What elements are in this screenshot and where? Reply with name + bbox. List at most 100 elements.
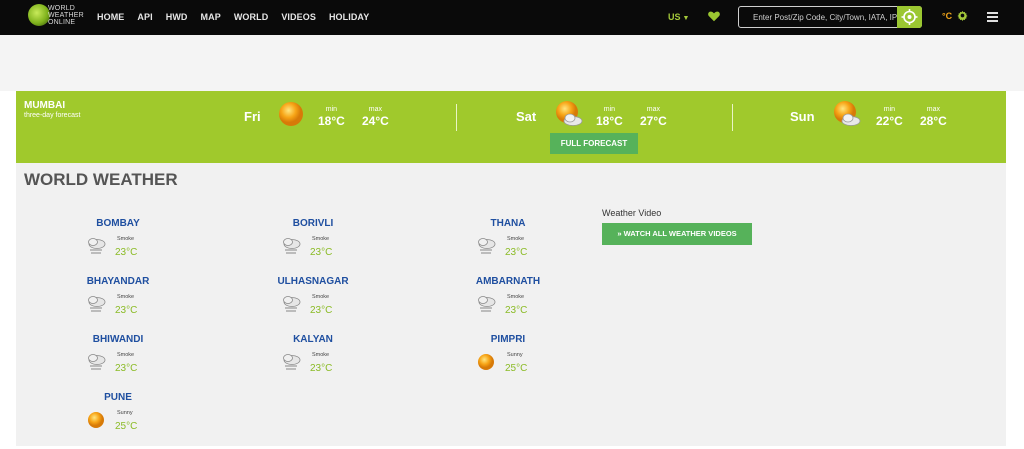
day-name-fri: Fri xyxy=(244,109,261,124)
sunny-icon xyxy=(474,350,498,374)
city-weather-item: KALYAN Smoke 23°C xyxy=(253,334,373,386)
temperature-text: 23°C xyxy=(115,363,138,374)
temperature-text: 23°C xyxy=(115,247,138,258)
city-weather-item: BORIVLI Smoke 23°C xyxy=(253,218,373,270)
weather-video-label: Weather Video xyxy=(602,208,662,218)
condition-text: Sunny xyxy=(507,352,523,358)
city-weather-item: PUNE Sunny 25°C xyxy=(58,392,178,444)
ad-banner-area xyxy=(0,35,1024,91)
condition-text: Smoke xyxy=(312,236,330,242)
smoke-icon xyxy=(84,350,108,374)
temperature-text: 25°C xyxy=(505,363,528,374)
temperature-text: 23°C xyxy=(310,305,333,316)
nav-holiday[interactable]: HOLIDAY xyxy=(329,12,369,22)
min-temp: 22°C xyxy=(876,114,903,128)
condition-text: Sunny xyxy=(117,410,133,416)
condition-text: Smoke xyxy=(312,294,330,300)
smoke-icon xyxy=(279,292,303,316)
condition-text: Smoke xyxy=(507,236,525,242)
top-navigation-bar: WORLD WEATHER ONLINE HOME API HWD MAP WO… xyxy=(0,0,1024,35)
temperature-text: 23°C xyxy=(115,305,138,316)
city-link[interactable]: BHAYANDAR xyxy=(58,276,178,287)
region-label: US xyxy=(668,12,681,22)
watch-all-videos-button[interactable]: » WATCH ALL WEATHER VIDEOS xyxy=(602,223,752,245)
nav-home[interactable]: HOME xyxy=(97,12,124,22)
smoke-icon xyxy=(279,234,303,258)
locate-button[interactable] xyxy=(897,6,922,28)
condition-text: Smoke xyxy=(507,294,525,300)
divider xyxy=(456,104,457,131)
city-link[interactable]: PIMPRI xyxy=(448,334,568,345)
search-input[interactable] xyxy=(739,7,899,27)
nav-videos[interactable]: VIDEOS xyxy=(281,12,316,22)
temperature-text: 23°C xyxy=(310,247,333,258)
globe-logo-icon xyxy=(28,4,50,26)
city-weather-item: BHAYANDAR Smoke 23°C xyxy=(58,276,178,328)
nav-api[interactable]: API xyxy=(137,12,152,22)
temperature-text: 23°C xyxy=(310,363,333,374)
nav-world[interactable]: WORLD xyxy=(234,12,269,22)
max-label: max xyxy=(926,106,941,113)
smoke-icon xyxy=(84,292,108,316)
page-title: WORLD WEATHER xyxy=(24,170,178,189)
hamburger-menu-icon[interactable] xyxy=(987,12,998,22)
unit-toggle[interactable]: °C xyxy=(942,11,952,21)
city-link[interactable]: BORIVLI xyxy=(253,218,373,229)
nav-map[interactable]: MAP xyxy=(201,12,221,22)
city-link[interactable]: BHIWANDI xyxy=(58,334,178,345)
city-weather-item: THANA Smoke 23°C xyxy=(448,218,568,270)
day-name-sun: Sun xyxy=(790,109,815,124)
temperature-text: 25°C xyxy=(115,421,138,432)
city-weather-item: BOMBAY Smoke 23°C xyxy=(58,218,178,270)
condition-text: Smoke xyxy=(117,352,135,358)
city-link[interactable]: PUNE xyxy=(58,392,178,403)
min-temp: 18°C xyxy=(596,114,623,128)
region-selector[interactable]: US ▼ xyxy=(668,12,689,22)
min-temp: 18°C xyxy=(318,114,345,128)
max-temp: 24°C xyxy=(362,114,389,128)
city-link[interactable]: KALYAN xyxy=(253,334,373,345)
crosshair-icon xyxy=(901,9,918,25)
city-weather-item: AMBARNATH Smoke 23°C xyxy=(448,276,568,328)
divider xyxy=(732,104,733,131)
smoke-icon xyxy=(84,234,108,258)
city-link[interactable]: THANA xyxy=(448,218,568,229)
city-weather-item: BHIWANDI Smoke 23°C xyxy=(58,334,178,386)
city-weather-item: ULHASNAGAR Smoke 23°C xyxy=(253,276,373,328)
condition-text: Smoke xyxy=(117,294,135,300)
max-temp: 28°C xyxy=(920,114,947,128)
city-link[interactable]: BOMBAY xyxy=(58,218,178,229)
max-temp: 27°C xyxy=(640,114,667,128)
smoke-icon xyxy=(474,234,498,258)
full-forecast-button[interactable]: FULL FORECAST xyxy=(550,133,638,154)
min-label: min xyxy=(603,106,616,113)
three-day-forecast: MUMBAI three-day forecast Fri min 18°C m… xyxy=(16,91,1006,163)
gear-icon[interactable] xyxy=(957,10,968,21)
logo-line-2: WEATHER xyxy=(48,12,84,19)
partly-cloudy-icon xyxy=(556,101,583,126)
day-name-sat: Sat xyxy=(516,109,537,124)
city-link[interactable]: AMBARNATH xyxy=(448,276,568,287)
smoke-icon xyxy=(474,292,498,316)
heart-icon[interactable] xyxy=(707,9,721,23)
city-link[interactable]: ULHASNAGAR xyxy=(253,276,373,287)
partly-cloudy-icon xyxy=(834,101,861,126)
nav-hwd[interactable]: HWD xyxy=(166,12,188,22)
city-weather-item: PIMPRI Sunny 25°C xyxy=(448,334,568,386)
max-label: max xyxy=(646,106,661,113)
max-label: max xyxy=(368,106,383,113)
logo-line-3: ONLINE xyxy=(48,19,76,26)
condition-text: Smoke xyxy=(117,236,135,242)
min-label: min xyxy=(325,106,338,113)
site-logo[interactable]: WORLD WEATHER ONLINE xyxy=(28,3,90,31)
chevron-down-icon: ▼ xyxy=(682,15,690,22)
forecast-subtitle: three-day forecast xyxy=(24,112,81,119)
location-search xyxy=(738,6,922,28)
sunny-icon xyxy=(84,408,108,432)
forecast-city[interactable]: MUMBAI xyxy=(24,100,65,111)
world-weather-panel: WORLD WEATHER BOMBAY Smoke 23°C BORIVLI Smok… xyxy=(16,163,1006,446)
smoke-icon xyxy=(279,350,303,374)
temperature-text: 23°C xyxy=(505,305,528,316)
sunny-icon xyxy=(279,102,303,126)
min-label: min xyxy=(883,106,896,113)
